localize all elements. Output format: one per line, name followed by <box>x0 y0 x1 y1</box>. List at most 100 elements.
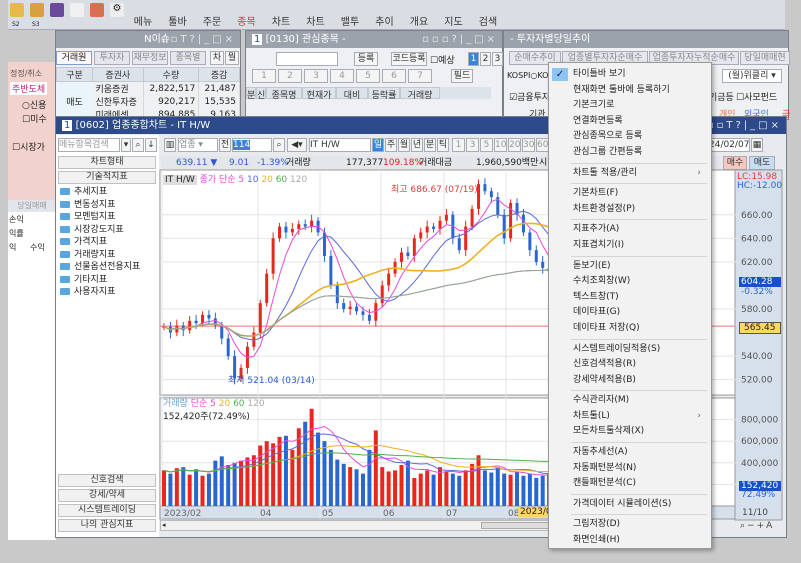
menu-item-label: 기본크기로 <box>573 100 615 111</box>
menu-separator <box>571 442 707 444</box>
legend-name[interactable]: IT H/W <box>163 175 197 185</box>
volume-bar <box>194 469 199 506</box>
menu-item[interactable]: 기본크기로 <box>549 98 711 114</box>
menu-item[interactable]: 지표겹치기(I) <box>549 238 711 254</box>
high-annotation: 최고 686.67 (07/19) <box>391 185 478 195</box>
menu-separator <box>571 390 707 392</box>
candle <box>406 252 410 256</box>
legend-ma120[interactable]: 120 <box>290 175 307 185</box>
menu-item-label: 수식관리자(M) <box>573 395 630 406</box>
volume-bar <box>450 473 455 506</box>
candle <box>457 238 461 251</box>
menu-item[interactable]: 연결화면등록 <box>549 114 711 130</box>
candle <box>399 252 403 262</box>
menu-item[interactable]: 강세약세적용(B) <box>549 373 711 389</box>
menu-item[interactable]: 데이타표 저장(Q) <box>549 321 711 337</box>
menu-item[interactable]: 그림저장(D) <box>549 517 711 533</box>
y-tick-label: 520.00 <box>741 376 773 386</box>
menu-item-label: 시스템트레이딩적용(S) <box>573 343 661 354</box>
zoom-controls[interactable]: ⌕−+A <box>740 521 774 531</box>
menu-item[interactable]: 관심그룹 간편등록 <box>549 145 711 161</box>
scroll-left-icon[interactable]: ◂ <box>162 521 166 529</box>
menu-item[interactable]: 자동추세선(A) <box>549 445 711 461</box>
x-tick-label: 07 <box>446 509 457 519</box>
legend-ma20[interactable]: 20 <box>261 175 272 185</box>
menu-item-label: 데이타표(G) <box>573 307 621 318</box>
menu-item-label: 지표겹치기(I) <box>573 239 625 250</box>
menu-item[interactable]: 기본차트(F) <box>549 186 711 202</box>
menu-item[interactable]: 신호검색적용(R) <box>549 357 711 373</box>
candle <box>188 320 192 331</box>
candle <box>303 224 307 227</box>
menu-item[interactable]: 데이타표(G) <box>549 305 711 321</box>
legend-ma10[interactable]: 10 <box>247 175 258 185</box>
menu-item[interactable]: ✓ 타이틀바 보기 <box>549 67 711 83</box>
menu-separator <box>571 162 707 164</box>
volume-bar <box>418 473 423 506</box>
candle <box>220 325 224 339</box>
menu-item[interactable]: 수치조회창(W) <box>549 274 711 290</box>
legend-vma20[interactable]: 20 <box>219 399 230 409</box>
menu-item[interactable]: 지표추가(A) <box>549 222 711 238</box>
menu-separator <box>571 183 707 185</box>
menu-item[interactable]: 돋보기(E) <box>549 259 711 275</box>
volume-bar <box>354 469 359 506</box>
volume-bar <box>187 474 192 506</box>
menu-item[interactable]: 가격데이터 시뮬레이션(S) <box>549 497 711 513</box>
volume-bar <box>393 470 398 506</box>
candle <box>310 220 314 227</box>
volume-bar <box>360 473 365 506</box>
menu-item[interactable]: 관심종목으로 등록 <box>549 129 711 145</box>
volume-bar <box>322 441 327 506</box>
volume-bar <box>226 464 231 506</box>
menu-item-label: 모든차트툴삭제(X) <box>573 426 645 437</box>
volume-bar <box>162 470 166 506</box>
menu-item-label: 관심그룹 간편등록 <box>573 146 643 157</box>
ref-price-tag: 565.45 <box>739 322 781 334</box>
candle <box>278 226 282 239</box>
chevron-right-icon: › <box>697 410 701 421</box>
menu-item[interactable]: 텍스트창(T) <box>549 290 711 306</box>
legend-vma5[interactable]: 단순 5 <box>191 399 216 409</box>
legend-ma60[interactable]: 60 <box>276 175 287 185</box>
last-date-label: 11/10 <box>742 508 768 518</box>
menu-item-label: 현재화면 툴바에 등록하기 <box>573 84 670 95</box>
candle <box>412 238 416 256</box>
menu-item[interactable]: 모든차트툴삭제(X) <box>549 424 711 440</box>
volume-bar <box>482 470 487 506</box>
volume-bar <box>540 475 545 506</box>
volume-bar <box>232 462 237 506</box>
menu-item[interactable]: 차트툴 적용/관리 › <box>549 166 711 182</box>
menu-item-label: 가격데이터 시뮬레이션(S) <box>573 498 672 509</box>
volume-bar <box>213 460 218 506</box>
volume-bar <box>367 449 372 506</box>
volume-bar <box>495 467 500 506</box>
candle <box>367 314 371 321</box>
candle <box>355 306 359 312</box>
menu-item[interactable]: 수식관리자(M) <box>549 393 711 409</box>
x-tick-label: 2023/02 <box>164 509 201 519</box>
candle <box>297 224 301 229</box>
volume-bar <box>335 459 340 506</box>
candle <box>226 338 230 357</box>
candle <box>502 214 506 239</box>
legend-volume[interactable]: 거래량 <box>163 399 188 409</box>
menu-item[interactable]: 차트환경설정(P) <box>549 202 711 218</box>
menu-item[interactable]: 화면인쇄(H) <box>549 533 711 549</box>
legend-ma5[interactable]: 종가 단순 5 <box>200 175 245 185</box>
volume-bar <box>399 464 404 506</box>
candle <box>425 226 429 233</box>
candle <box>194 320 198 324</box>
menu-item[interactable]: 캔들패턴분석(C) <box>549 476 711 492</box>
candle <box>329 255 333 286</box>
menu-item[interactable]: 차트툴(L) › <box>549 409 711 425</box>
volume-pct-tag: 72.49% <box>741 490 776 500</box>
legend-vma60[interactable]: 60 <box>233 399 244 409</box>
menu-item[interactable]: 자동패턴분석(N) <box>549 461 711 477</box>
volume-bar <box>341 463 346 506</box>
menu-item-label: 차트툴 적용/관리 <box>573 167 637 178</box>
volume-legend: 거래량 단순 5 20 60 120 152,420주(72.49%) <box>163 396 265 422</box>
menu-item[interactable]: 시스템트레이딩적용(S) <box>549 342 711 358</box>
legend-vma120[interactable]: 120 <box>247 399 264 409</box>
menu-item[interactable]: 현재화면 툴바에 등록하기 <box>549 83 711 99</box>
